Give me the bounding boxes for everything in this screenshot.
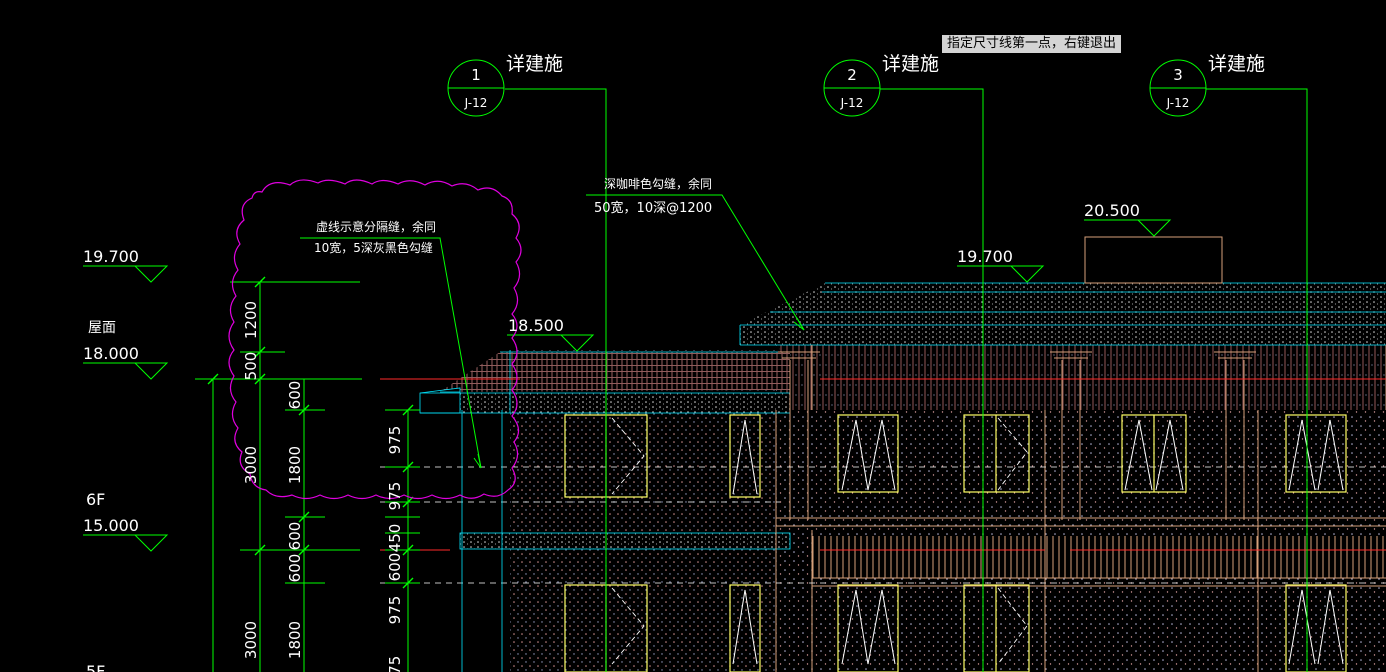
detail-marker-2: 2 J-12 详建施 — [840, 53, 939, 110]
finish-note-line2: 50宽，10深@1200 — [594, 200, 712, 216]
svg-text:975: 975 — [386, 426, 404, 455]
elevation-roof: 18.000 — [83, 344, 139, 363]
svg-text:600: 600 — [386, 553, 404, 582]
svg-text:975: 975 — [386, 656, 404, 672]
elevation-parapet: 20.500 — [1084, 201, 1140, 220]
floor-5f-label: 5F — [86, 662, 105, 672]
svg-text:1: 1 — [471, 66, 481, 84]
svg-text:2: 2 — [847, 66, 857, 84]
detail-marker-3: 3 J-12 详建施 — [1166, 53, 1265, 110]
svg-text:450: 450 — [386, 524, 404, 553]
svg-text:600: 600 — [286, 522, 304, 551]
svg-text:1800: 1800 — [286, 446, 304, 484]
svg-text:975: 975 — [386, 596, 404, 625]
detail-marker-1: 1 J-12 详建施 — [464, 53, 563, 110]
elevation-6f: 15.000 — [83, 516, 139, 535]
dimension-texts: 1200 500 3000 3000 600 1800 600 600 1800… — [242, 301, 404, 672]
svg-text:600: 600 — [286, 381, 304, 410]
elevation-eave-left: 18.500 — [508, 316, 564, 335]
svg-text:975: 975 — [386, 482, 404, 511]
svg-text:J-12: J-12 — [1166, 96, 1190, 110]
floor-6f-label: 6F — [86, 490, 105, 509]
cloud-note-line2: 10宽，5深灰黑色勾缝 — [314, 240, 433, 255]
svg-text:详建施: 详建施 — [882, 53, 939, 75]
svg-text:3: 3 — [1173, 66, 1183, 84]
cloud-note-line1: 虚线示意分隔缝，余同 — [316, 219, 436, 234]
svg-text:600: 600 — [286, 554, 304, 583]
cad-drawing-canvas[interactable]: 1 J-12 详建施 2 J-12 详建施 3 J-12 详建施 19.700 … — [0, 0, 1386, 672]
svg-text:3000: 3000 — [242, 621, 260, 659]
command-tooltip: 指定尺寸线第一点，右键退出 — [942, 35, 1122, 53]
finish-note-line1: 深咖啡色勾缝，余同 — [604, 176, 712, 191]
svg-text:J-12: J-12 — [464, 96, 488, 110]
svg-text:1200: 1200 — [242, 301, 260, 339]
svg-text:详建施: 详建施 — [1208, 53, 1265, 75]
svg-text:500: 500 — [242, 352, 260, 381]
roof-level-label: 屋面 — [88, 320, 116, 336]
svg-text:3000: 3000 — [242, 446, 260, 484]
svg-text:详建施: 详建施 — [506, 53, 563, 75]
svg-text:1800: 1800 — [286, 621, 304, 659]
elevation-left-top: 19.700 — [83, 247, 139, 266]
svg-text:J-12: J-12 — [840, 96, 864, 110]
elevation-eave-right: 19.700 — [957, 247, 1013, 266]
